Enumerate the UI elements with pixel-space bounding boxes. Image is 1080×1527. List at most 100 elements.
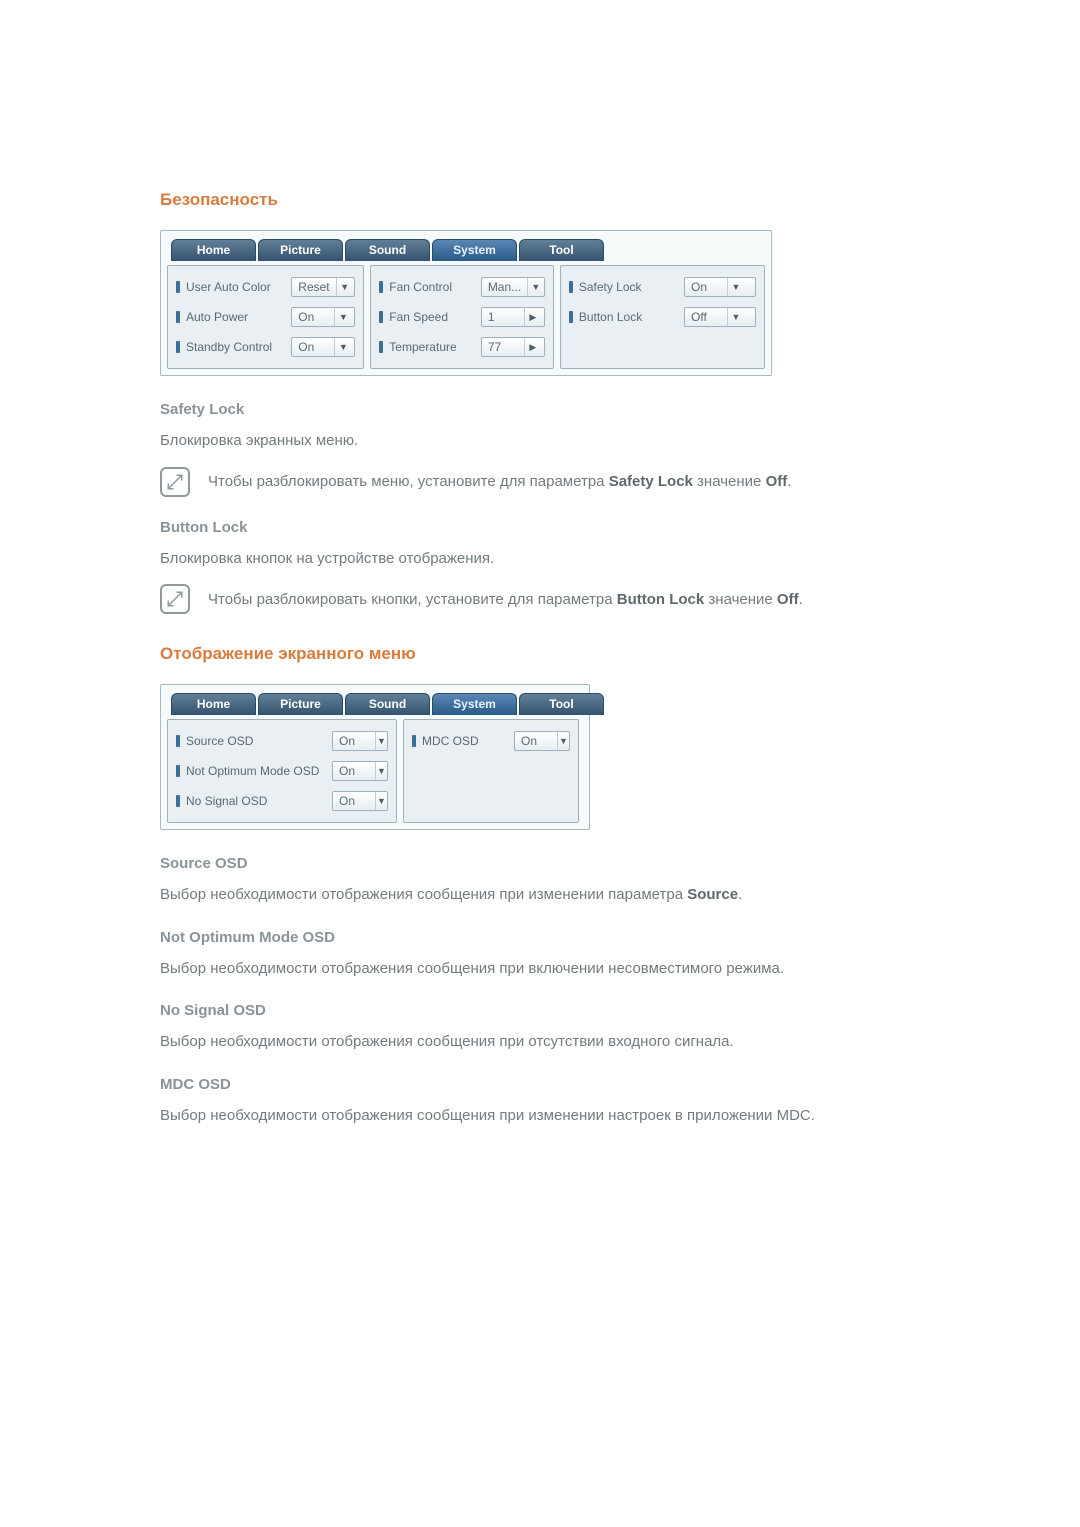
osd-item-heading: Source OSD: [160, 855, 920, 872]
chevron-down-icon: ▼: [557, 732, 569, 750]
tab-sound[interactable]: Sound: [345, 239, 430, 261]
dropdown-value: Reset: [292, 280, 335, 294]
setting-row: Button LockOff▼: [569, 302, 756, 332]
setting-dropdown[interactable]: On▼: [332, 761, 388, 781]
note-text-b2: Off: [777, 591, 799, 608]
osd-panel: HomePictureSoundSystemToolSource OSDOn▼N…: [160, 684, 590, 830]
tab-bar: HomePictureSoundSystemTool: [161, 233, 771, 265]
row-marker-icon: [176, 735, 180, 747]
setting-row: No Signal OSDOn▼: [176, 786, 388, 816]
note-icon: [160, 584, 190, 614]
button-lock-desc: Блокировка кнопок на устройстве отображе…: [160, 548, 920, 571]
row-marker-icon: [176, 311, 180, 323]
row-marker-icon: [176, 795, 180, 807]
row-marker-icon: [176, 341, 180, 353]
chevron-down-icon: ▼: [375, 762, 387, 780]
safety-lock-note: Чтобы разблокировать меню, установите дл…: [160, 467, 920, 497]
dropdown-value: On: [333, 734, 375, 748]
tab-home[interactable]: Home: [171, 693, 256, 715]
row-marker-icon: [379, 311, 383, 323]
dropdown-value: On: [333, 794, 375, 808]
desc-bold: Source: [687, 886, 738, 903]
osd-item-heading: MDC OSD: [160, 1076, 920, 1093]
dropdown-value: Man...: [482, 280, 527, 294]
document-page: Безопасность HomePictureSoundSystemToolU…: [0, 0, 1080, 1215]
dropdown-value: 77: [482, 340, 524, 354]
arrow-right-icon: ▶: [524, 308, 541, 326]
note-text-mid: значение: [693, 473, 766, 490]
note-text-pre: Чтобы разблокировать кнопки, установите …: [208, 591, 617, 608]
setting-row: User Auto ColorReset▼: [176, 272, 355, 302]
settings-column: Safety Lock On▼ Button LockOff▼: [560, 265, 765, 369]
desc-pre: Выбор необходимости отображения сообщени…: [160, 1107, 815, 1124]
setting-dropdown[interactable]: 77▶: [481, 337, 545, 357]
osd-item-heading: Not Optimum Mode OSD: [160, 929, 920, 946]
desc-pre: Выбор необходимости отображения сообщени…: [160, 960, 784, 977]
section-title-safety: Безопасность: [160, 190, 920, 210]
tab-system[interactable]: System: [432, 693, 517, 715]
settings-column: Source OSDOn▼Not Optimum Mode OSDOn▼No S…: [167, 719, 397, 823]
desc-pre: Выбор необходимости отображения сообщени…: [160, 1033, 734, 1050]
note-text-b1: Button Lock: [617, 591, 705, 608]
setting-label: Not Optimum Mode OSD: [186, 764, 319, 778]
section-title-osd: Отображение экранного меню: [160, 644, 920, 664]
safety-lock-note-text: Чтобы разблокировать меню, установите дл…: [208, 473, 791, 490]
columns: User Auto ColorReset▼Auto PowerOn▼Standb…: [161, 265, 771, 369]
setting-row: MDC OSD On▼: [412, 726, 570, 756]
setting-label: Fan Speed: [389, 310, 448, 324]
tab-bar: HomePictureSoundSystemTool: [161, 687, 589, 719]
setting-label: Temperature: [389, 340, 456, 354]
button-lock-note: Чтобы разблокировать кнопки, установите …: [160, 584, 920, 614]
setting-dropdown[interactable]: Off▼: [684, 307, 756, 327]
osd-item-desc: Выбор необходимости отображения сообщени…: [160, 884, 920, 907]
tab-system[interactable]: System: [432, 239, 517, 261]
setting-dropdown[interactable]: On▼: [291, 307, 355, 327]
tab-picture[interactable]: Picture: [258, 693, 343, 715]
tab-sound[interactable]: Sound: [345, 693, 430, 715]
safety-lock-heading: Safety Lock: [160, 401, 920, 418]
setting-row: Fan Speed 1▶: [379, 302, 545, 332]
setting-dropdown[interactable]: 1▶: [481, 307, 545, 327]
chevron-down-icon: ▼: [375, 792, 387, 810]
setting-row: Safety Lock On▼: [569, 272, 756, 302]
setting-label: Safety Lock: [579, 280, 642, 294]
safety-panel: HomePictureSoundSystemTool User Auto Colo…: [160, 230, 772, 376]
desc-post: .: [738, 886, 742, 903]
row-marker-icon: [176, 281, 180, 293]
dropdown-value: On: [292, 340, 334, 354]
setting-row: Standby ControlOn▼: [176, 332, 355, 362]
setting-row: Fan ControlMan...▼: [379, 272, 545, 302]
desc-pre: Выбор необходимости отображения сообщени…: [160, 886, 687, 903]
tab-tool[interactable]: Tool: [519, 239, 604, 261]
setting-dropdown[interactable]: Reset▼: [291, 277, 355, 297]
setting-label: MDC OSD: [422, 734, 479, 748]
row-marker-icon: [412, 735, 416, 747]
dropdown-value: Off: [685, 310, 727, 324]
chevron-down-icon: ▼: [527, 278, 544, 296]
tab-picture[interactable]: Picture: [258, 239, 343, 261]
tab-tool[interactable]: Tool: [519, 693, 604, 715]
arrow-right-icon: ▶: [524, 338, 541, 356]
setting-dropdown[interactable]: On▼: [332, 731, 388, 751]
chevron-down-icon: ▼: [334, 308, 351, 326]
tab-home[interactable]: Home: [171, 239, 256, 261]
setting-dropdown[interactable]: On▼: [514, 731, 570, 751]
settings-column: User Auto ColorReset▼Auto PowerOn▼Standb…: [167, 265, 364, 369]
dropdown-value: On: [292, 310, 334, 324]
row-marker-icon: [379, 281, 383, 293]
setting-dropdown[interactable]: Man...▼: [481, 277, 545, 297]
settings-column: Fan ControlMan...▼ Fan Speed 1▶ Temperature…: [370, 265, 554, 369]
setting-dropdown[interactable]: On▼: [291, 337, 355, 357]
note-text-mid: значение: [704, 591, 777, 608]
setting-dropdown[interactable]: On▼: [332, 791, 388, 811]
columns: Source OSDOn▼Not Optimum Mode OSDOn▼No S…: [161, 719, 589, 823]
setting-dropdown[interactable]: On▼: [684, 277, 756, 297]
row-marker-icon: [569, 311, 573, 323]
chevron-down-icon: ▼: [336, 278, 353, 296]
dropdown-value: On: [515, 734, 557, 748]
dropdown-value: On: [685, 280, 727, 294]
note-text-pre: Чтобы разблокировать меню, установите дл…: [208, 473, 609, 490]
setting-label: Source OSD: [186, 734, 253, 748]
setting-label: Auto Power: [186, 310, 248, 324]
note-text-b1: Safety Lock: [609, 473, 693, 490]
